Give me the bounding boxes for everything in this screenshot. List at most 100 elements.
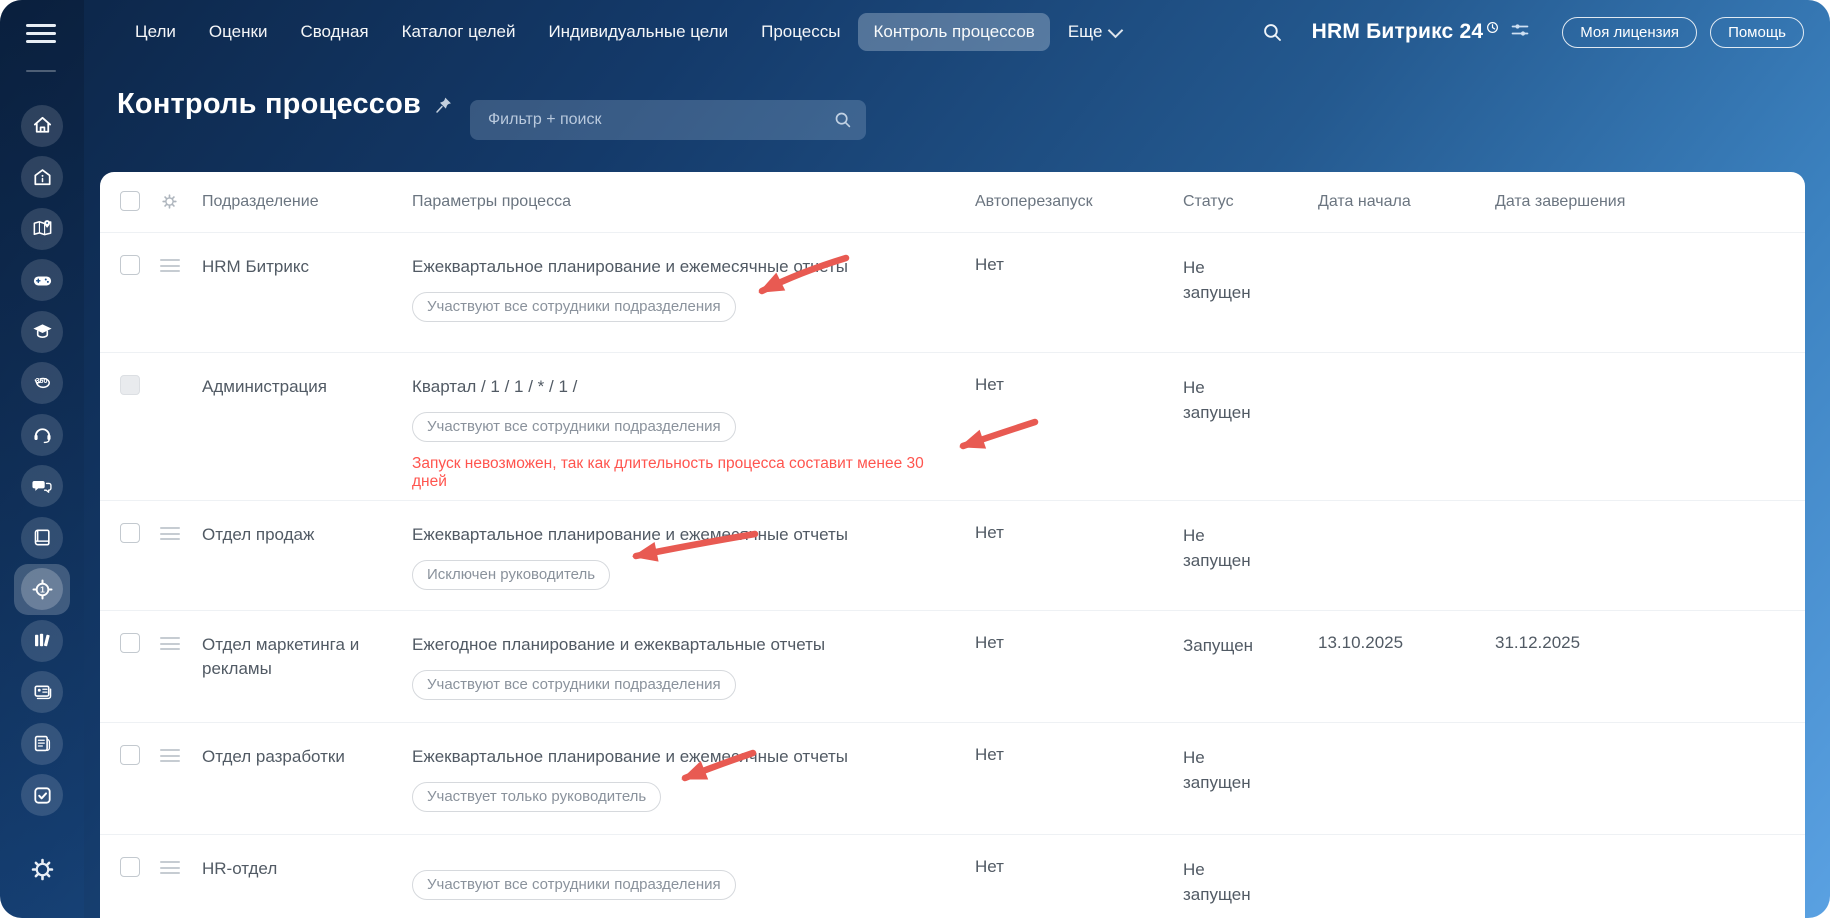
grid-body: HRM Битрикс Ежеквартальное планирование и… [100,232,1805,907]
library-icon [21,619,63,662]
filter-search-icon[interactable] [832,109,854,131]
grid-settings-gear-icon[interactable] [160,192,202,216]
help-button[interactable]: Помощь [1710,16,1804,48]
pin-icon[interactable] [433,91,454,124]
topbar-right: HRM Битрикс 24 Моя лицензия Помощь [1258,16,1830,48]
process-control-table: Подразделение Параметры процесса Автопер… [100,172,1805,918]
top-menu-item-7[interactable]: Контроль процессов [858,13,1050,51]
top-menu-item-4[interactable]: Каталог целей [387,13,531,51]
process-title: Ежеквартальное планирование и ежемесячны… [412,257,848,276]
table-row: HRM Битрикс Ежеквартальное планирование и… [100,232,1805,352]
process-cell: Ежеквартальное планирование и ежемесячны… [412,745,975,834]
top-menu-item-label: Контроль процессов [873,22,1035,41]
top-menu-item-5[interactable]: Индивидуальные цели [533,13,743,51]
date-end-cell [1495,255,1805,352]
table-row: Администрация Квартал / 1 / 1 / * / 1 / Уч… [100,352,1805,500]
sidebar-item-home[interactable] [14,100,70,152]
page-title: Контроль процессов [117,85,454,124]
row-checkbox[interactable] [120,857,140,877]
department-cell[interactable]: HRM Битрикс [202,255,412,352]
table-row: Отдел маркетинга и рекламы Ежегодное план… [100,610,1805,722]
sidebar-item-gamification[interactable] [14,255,70,307]
table-row: Отдел разработки Ежеквартальное планирова… [100,722,1805,834]
svg-text:1: 1 [40,584,45,594]
status-cell: Запущен [1183,636,1254,655]
top-menu-item-label: Еще [1067,22,1103,41]
row-checkbox[interactable] [120,255,140,275]
autorestart-cell: Нет [975,857,1004,876]
knowledge-base-icon [21,516,63,559]
sidebar-item-news[interactable] [14,718,70,770]
top-menu-item-3[interactable]: Сводная [285,13,383,51]
process-title: Ежеквартальное планирование и ежемесячны… [412,525,848,544]
header-process[interactable]: Параметры процесса [412,193,975,211]
clock-icon [1486,18,1499,39]
top-menu: Цели Оценки Сводная Каталог целей Индивидуал… [120,13,1139,51]
support-icon [21,413,63,456]
filter-search-input[interactable] [486,110,832,130]
process-cell: Ежеквартальное планирование и ежемесячны… [412,255,975,352]
department-cell[interactable]: Администрация [202,375,412,500]
drag-handle-icon[interactable] [160,255,180,276]
top-menu-item-6[interactable]: Процессы [746,13,855,51]
filter-search-box[interactable] [470,100,866,140]
sidebar-item-tasks[interactable] [14,770,70,822]
header-status[interactable]: Статус [1183,193,1318,211]
row-checkbox[interactable] [120,523,140,543]
page-header: Контроль процессов [84,64,1830,172]
sidebar-item-goals[interactable]: 1 [14,563,70,615]
sliders-icon[interactable] [1509,19,1531,46]
hamburger-menu-icon[interactable] [26,24,56,46]
department-cell[interactable]: HR-отдел [202,857,412,907]
autorestart-cell: Нет [975,523,1004,542]
sidebar-item-map[interactable] [14,203,70,255]
date-start-cell [1318,523,1495,610]
top-menu-item-2[interactable]: Оценки [194,13,283,51]
chevron-down-icon [1108,22,1124,38]
header-date-start[interactable]: Дата начала [1318,193,1495,211]
participants-badge: Участвуют все сотрудники подразделения [412,870,736,900]
sidebar-item-knowledge-base[interactable] [14,512,70,564]
top-menu-item-label: Процессы [761,22,841,41]
sidebar-item-company-info[interactable] [14,152,70,204]
top-navigation-bar: Цели Оценки Сводная Каталог целей Индивидуал… [84,0,1830,64]
date-end-cell [1495,523,1805,610]
row-checkbox[interactable] [120,633,140,653]
sidebar-item-review-360[interactable]: 360 [14,358,70,410]
top-menu-item-label: Каталог целей [401,22,516,41]
sidebar: 360 1 [0,0,84,918]
autorestart-cell: Нет [975,745,1004,764]
drag-handle-icon[interactable] [160,633,180,654]
top-menu-item-8[interactable]: Еще [1053,13,1137,51]
department-cell[interactable]: Отдел разработки [202,745,412,834]
drag-handle-icon[interactable] [160,523,180,544]
home-icon [21,104,63,147]
top-menu-item-1[interactable]: Цели [120,13,191,51]
header-autorestart[interactable]: Автоперезапуск [975,193,1183,211]
top-menu-item-label: Индивидуальные цели [548,22,729,41]
header-date-end[interactable]: Дата завершения [1495,193,1805,211]
sidebar-item-education[interactable] [14,306,70,358]
sidebar-item-chat[interactable] [14,461,70,513]
row-checkbox[interactable] [120,745,140,765]
drag-handle-icon[interactable] [160,857,180,878]
drag-handle-icon[interactable] [160,745,180,766]
autorestart-cell: Нет [975,255,1004,274]
tasks-icon [21,774,63,817]
my-license-button[interactable]: Моя лицензия [1562,16,1698,48]
header-department[interactable]: Подразделение [202,193,412,211]
table-header-row: Подразделение Параметры процесса Автопер… [100,172,1805,232]
gamification-icon [21,259,63,302]
process-cell: Квартал / 1 / 1 / * / 1 / Участвуют все с… [412,375,975,500]
department-cell[interactable]: Отдел маркетинга и рекламы [202,633,412,722]
sidebar-item-library[interactable] [14,615,70,667]
department-cell[interactable]: Отдел продаж [202,523,412,610]
select-all-checkbox[interactable] [120,190,140,211]
sidebar-item-badges[interactable] [14,667,70,719]
sidebar-item-support[interactable] [14,409,70,461]
search-icon[interactable] [1258,17,1288,47]
sidebar-settings-button[interactable] [21,848,63,890]
autorestart-cell: Нет [975,375,1004,394]
autorestart-cell: Нет [975,633,1004,652]
process-cell: Ежеквартальное планирование и ежемесячны… [412,523,975,610]
